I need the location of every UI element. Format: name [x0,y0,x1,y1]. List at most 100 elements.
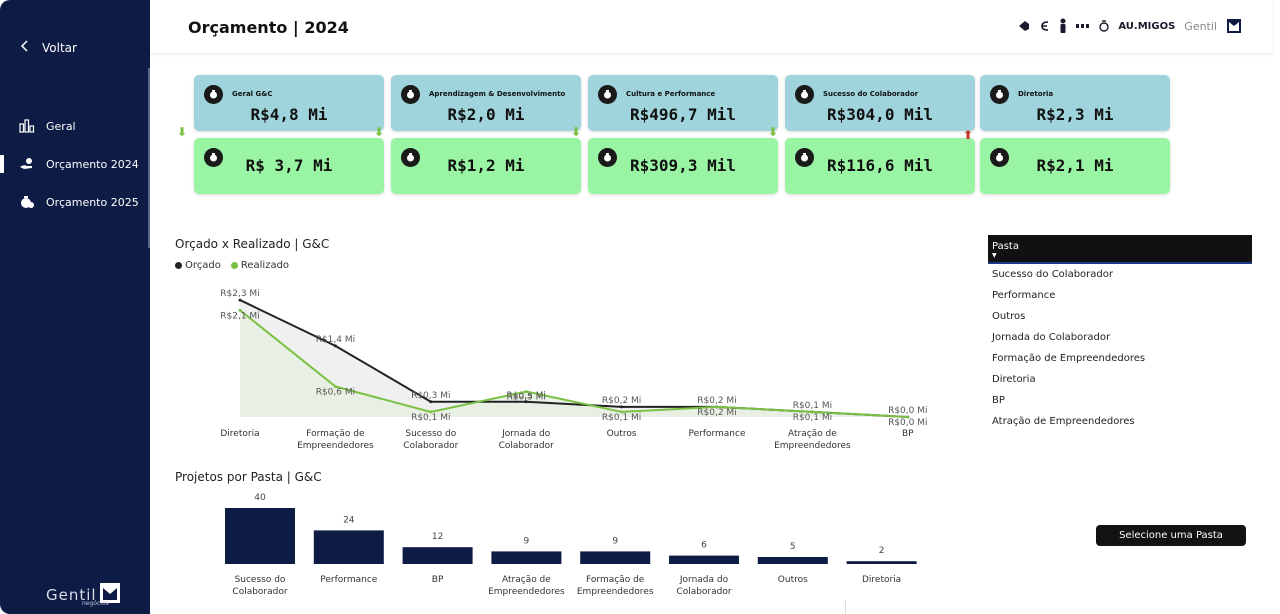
money-bag-icon [598,85,617,104]
slicer-item[interactable]: Sucesso do Colaborador [988,264,1252,285]
data-label-realizado: R$0,1 Mi [411,413,450,423]
slicer-item[interactable]: Diretoria [988,369,1252,390]
slicer-item[interactable]: Atração de Empreendedores [988,411,1252,432]
kpi-orcado-value: R$304,0 Mil [827,105,933,124]
data-label-orcado: R$0,2 Mi [602,396,641,406]
data-label-realizado: R$0,2 Mi [697,408,736,418]
bar-chart: 40 Sucesso do Colaborador 24 Performance 12 BP… [225,493,917,597]
slicer-item[interactable]: Performance [988,285,1252,306]
x-tick-label: Colaborador [403,441,458,451]
kpi-realizado-value: R$ 3,7 Mi [245,156,333,175]
x-tick-label: Atração de [788,429,837,439]
x-tick-label: BP [902,429,914,439]
x-tick-label: Diretoria [220,429,259,439]
caret-down-icon: ▼ [992,252,997,259]
x-tick-label: Sucesso do [405,429,456,439]
sidebar-scrollbar[interactable] [148,68,150,248]
sidebar-item-label: Geral [46,119,76,133]
slicer-item[interactable]: Jornada do Colaborador [988,327,1252,348]
kpi-orcado-value: R$496,7 Mil [630,105,736,124]
bar-value-label: 6 [701,541,707,551]
x-tick-label: Colaborador [676,587,731,597]
page-title: Orçamento | 2024 [188,18,349,37]
gentil-logo: Gentil negócios [46,582,121,607]
data-label-orcado: R$0,0 Mi [888,406,927,416]
partner-logo-3-icon [1060,18,1066,33]
partner-logo-2-icon [1041,21,1049,31]
kpi-card-realizado[interactable]: R$116,6 Mil [785,138,975,194]
data-label-realizado: R$0,6 Mi [316,388,355,398]
back-button[interactable]: Voltar [20,40,77,55]
data-label-orcado: R$2,3 Mi [220,289,259,299]
slicer-item[interactable]: Formação de Empreendedores [988,348,1252,369]
x-tick-label: Sucesso do [235,575,286,585]
slicer-item[interactable]: Outros [988,306,1252,327]
kpi-card-realizado[interactable]: R$1,2 Mi [391,138,581,194]
kpi-orcado-value: R$2,0 Mi [447,105,525,124]
sidebar-item-orcamento-2024[interactable]: Orçamento 2024 [18,156,139,172]
sidebar-item-label: Orçamento 2024 [46,157,139,171]
bar [580,551,651,564]
kpi-card-orcado[interactable]: Diretoria R$2,3 Mi [980,75,1170,131]
x-tick-label: Jornada do [501,429,551,439]
x-tick-label: BP [432,575,444,585]
kpi-card-realizado[interactable]: R$ 3,7 Mi [194,138,384,194]
kpi-orcado-value: R$2,3 Mi [1036,105,1114,124]
kpi-realizado-value: R$2,1 Mi [1036,156,1114,175]
sidebar-item-orcamento-2025[interactable]: Orçamento 2025 [18,194,139,210]
partner-logos: AU.MIGOS Gentil [1017,18,1242,34]
pasta-slicer: Pasta ▼ Sucesso do Colaborador Performanc… [988,235,1252,432]
money-bag-icon [18,194,36,210]
arrow-down-icon: ⬇ [768,125,779,139]
data-label-orcado: R$1,4 Mi [316,335,355,345]
bar-value-label: 9 [524,536,530,546]
kpi-realizado-value: R$116,6 Mil [827,156,933,175]
bar-value-label: 9 [612,536,618,546]
data-label-realizado: R$2,1 Mi [220,311,259,321]
x-tick-label: Diretoria [862,575,901,585]
data-label-realizado: R$0,1 Mi [602,413,641,423]
partner-logo-4-icon [1076,24,1090,28]
data-label-realizado: R$0,5 Mi [506,393,545,403]
x-tick-label: Empreendedores [577,587,654,597]
x-tick-label: Formação de [586,575,645,585]
select-pasta-button[interactable]: Selecione uma Pasta [1096,525,1246,546]
header: Orçamento | 2024 AU.MIGOS Gentil [150,0,1272,54]
bar [225,508,295,564]
slicer-list: Sucesso do Colaborador Performance Outros J… [988,264,1252,432]
x-tick-label: Empreendedores [297,441,374,451]
bar-chart-title: Projetos por Pasta | G&C [175,470,322,484]
legend-dot-realizado [230,262,238,269]
kpi-card-orcado[interactable]: Aprendizagem & Desenvolvimento R$2,0 Mi [391,75,581,131]
kpi-card-orcado[interactable]: Geral G&C R$4,8 Mi [194,75,384,131]
divider [845,600,846,614]
bar [402,547,473,564]
line-chart: R$2,3 MiR$1,4 MiR$0,3 Mi R$0,3 MiR$0,2 Mi… [220,289,927,451]
x-tick-label: Outros [778,575,808,585]
kpi-card-orcado[interactable]: Sucesso do Colaborador R$304,0 Mil [785,75,975,131]
data-label-orcado: R$0,3 Mi [411,391,450,401]
slicer-header[interactable]: Pasta ▼ [988,235,1252,264]
bar-value-label: 12 [432,532,443,542]
bar [846,561,917,564]
arrow-down-icon: ⬇ [571,125,582,139]
bar-value-label: 2 [879,546,885,556]
bar [313,530,384,564]
bar [757,557,828,564]
sidebar-item-geral[interactable]: Geral [18,118,76,134]
active-indicator [0,155,4,173]
x-tick-label: Atração de [502,575,551,585]
x-tick-label: Formação de [306,429,365,439]
x-tick-label: Colaborador [499,441,554,451]
data-label-realizado: R$0,0 Mi [888,418,927,428]
slicer-item[interactable]: BP [988,390,1252,411]
kpi-card-realizado[interactable]: R$309,3 Mil [588,138,778,194]
kpi-card-orcado[interactable]: Cultura e Performance R$496,7 Mil [588,75,778,131]
arrow-down-icon: ⬇ [177,125,188,139]
kpi-card-realizado[interactable]: R$2,1 Mi [980,138,1170,194]
arrow-up-icon: ⬆ [963,128,974,142]
x-tick-label: Jornada do [679,575,729,585]
kpi-label: Aprendizagem & Desenvolvimento [429,90,566,98]
money-bag-icon [204,85,223,104]
bar-value-label: 5 [790,542,796,552]
